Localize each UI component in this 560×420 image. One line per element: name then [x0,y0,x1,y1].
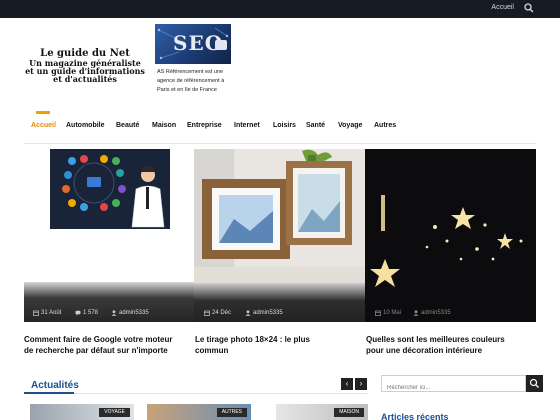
card-views: 1 578 [83,310,99,316]
nav-item-voyage[interactable]: Voyage [338,122,362,129]
card-title-line: commun [195,346,229,355]
calendar-icon [375,310,381,316]
sidebar-search [381,375,526,396]
search-icon[interactable] [524,3,534,13]
recent-articles-title: Articles récents [381,412,449,420]
news-next-button[interactable]: › [355,378,367,390]
nav-item-maison[interactable]: Maison [152,122,176,129]
search-input[interactable] [382,380,525,396]
topbar-home-link[interactable]: Accueil [491,4,514,11]
nav-item-loisirs[interactable]: Loisirs [273,122,296,129]
seo-badge [215,40,227,50]
search-button[interactable] [526,375,543,392]
star-lights-image [365,149,536,297]
user-icon [111,310,117,316]
nav-item-internet[interactable]: Internet [234,122,260,129]
featured-card[interactable]: 10 Mai admin5335 [365,149,536,322]
news-thumb[interactable]: MAISON [276,404,368,420]
top-bar: Accueil [0,0,560,18]
calendar-icon [33,310,39,316]
site-tagline-3: et d'actualités [53,74,117,84]
category-tag[interactable]: AUTRES [216,408,247,417]
nav-item-sante[interactable]: Santé [306,122,325,129]
card-date: 10 Mai [383,310,402,316]
nav-item-entreprise[interactable]: Entreprise [187,122,222,129]
news-thumb[interactable]: VOYAGE [30,404,134,420]
category-tag[interactable]: MAISON [334,408,364,417]
nav-item-autres[interactable]: Autres [374,122,396,129]
card-title[interactable]: Comment faire de Google votre moteur de … [24,334,172,356]
card-title[interactable]: Le tirage photo 18×24 : le plus commun [195,334,310,356]
card-date: 31 Août [41,310,62,316]
nav-item-accueil[interactable]: Accueil [31,122,56,129]
card-title-line: pour une décoration intérieure [366,346,483,355]
comments-icon [75,310,81,316]
card-title-line: Quelles sont les meilleures couleurs [366,335,505,344]
site-logo[interactable]: Le guide du Net Un magazine généraliste … [20,49,150,84]
google-seo-illustration [24,149,194,297]
seo-ad-image[interactable]: SEO [155,24,231,64]
user-icon [245,310,251,316]
nav-item-beaute[interactable]: Beauté [116,122,139,129]
nav-item-automobile[interactable]: Automobile [66,122,105,129]
ad-description[interactable]: AS Référencement est une agence de référ… [157,68,235,95]
section-accent [24,392,74,394]
card-title[interactable]: Quelles sont les meilleures couleurs pou… [366,334,505,356]
section-divider [24,392,368,394]
card-author[interactable]: admin5335 [421,310,451,316]
main-nav: Accueil Automobile Beauté Maison Entrepr… [24,110,536,144]
card-meta: 24 Déc admin5335 [194,308,365,320]
featured-card[interactable]: 31 Août 1 578 admin5335 [24,149,194,322]
card-meta: 10 Mai admin5335 [365,308,536,320]
card-meta: 31 Août 1 578 admin5335 [24,308,194,320]
search-icon [529,378,539,388]
card-title-line: de recherche par défaut sur n'importe [24,346,168,355]
featured-card[interactable]: 24 Déc admin5335 [194,149,365,322]
card-author[interactable]: admin5335 [253,310,283,316]
card-author[interactable]: admin5335 [119,310,149,316]
card-date: 24 Déc [212,310,232,316]
nav-divider [24,143,536,144]
active-indicator [36,111,50,114]
calendar-icon [204,310,210,316]
card-title-line: Le tirage photo 18×24 : le plus [195,335,310,344]
news-thumb[interactable]: AUTRES [147,404,251,420]
category-tag[interactable]: VOYAGE [99,408,130,417]
news-section-title: Actualités [31,380,79,391]
news-prev-button[interactable]: ‹ [341,378,353,390]
user-icon [413,310,419,316]
photo-frames-image [194,149,365,297]
card-title-line: Comment faire de Google votre moteur [24,335,173,344]
